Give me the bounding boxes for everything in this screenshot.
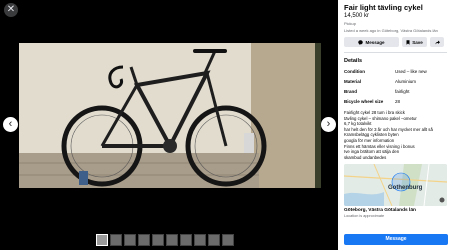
close-icon[interactable]: ✕ bbox=[4, 3, 18, 17]
listing-title: Fair light tävling cykel bbox=[344, 3, 423, 12]
detail-row-wheel-size: Bicycle wheel size 28 bbox=[344, 99, 447, 104]
location-note: Location is approximate bbox=[344, 214, 385, 219]
listed-info: Listed a week ago in Göteborg, Västra Gö… bbox=[344, 28, 438, 33]
save-label: Save bbox=[412, 39, 423, 45]
description-line: skambud undanbedes bbox=[344, 154, 387, 160]
detail-key: Bicycle wheel size bbox=[344, 99, 384, 104]
message-button[interactable]: Message bbox=[344, 234, 448, 245]
listing-panel: Fair light tävling cykel 14,500 kr Picku… bbox=[338, 0, 453, 250]
photo-thumbnail[interactable] bbox=[110, 234, 122, 246]
detail-row-condition: Condition Used – like new bbox=[344, 69, 447, 74]
photo-thumbnail[interactable] bbox=[166, 234, 178, 246]
message-seller-button[interactable]: Message bbox=[344, 37, 399, 47]
location-name: Göteborg, Västra Götalands län bbox=[344, 208, 416, 214]
photo-thumbnail[interactable] bbox=[222, 234, 234, 246]
listing-description: Fairlight cykel 28 tum i bra skick tävlin… bbox=[344, 110, 447, 160]
next-photo-button[interactable]: › bbox=[321, 117, 336, 132]
detail-key: Condition bbox=[344, 69, 365, 74]
detail-value: fairlight bbox=[395, 89, 410, 94]
action-bar: Message Save bbox=[344, 37, 447, 47]
photo-thumbnail[interactable] bbox=[96, 234, 108, 246]
listing-photo bbox=[19, 43, 321, 188]
detail-value: 28 bbox=[395, 99, 401, 104]
photo-thumbnail[interactable] bbox=[194, 234, 206, 246]
thumbnail-strip bbox=[96, 234, 234, 246]
photo-thumbnail[interactable] bbox=[208, 234, 220, 246]
detail-key: Material bbox=[344, 79, 362, 84]
photo-thumbnail[interactable] bbox=[138, 234, 150, 246]
photo-thumbnail[interactable] bbox=[124, 234, 136, 246]
divider bbox=[344, 52, 447, 53]
photo-viewer: ✕ ‹ › bbox=[0, 0, 338, 250]
listing-price: 14,500 kr bbox=[344, 13, 370, 19]
previous-photo-button[interactable]: ‹ bbox=[3, 117, 18, 132]
map-city-label: Gothenburg bbox=[388, 185, 423, 192]
photo-thumbnail[interactable] bbox=[152, 234, 164, 246]
message-label: Message bbox=[365, 39, 385, 45]
detail-value: Used – like new bbox=[395, 69, 427, 74]
pickup-label: Pickup bbox=[344, 21, 357, 26]
detail-value: Aluminium bbox=[395, 79, 417, 84]
save-button[interactable]: Save bbox=[402, 37, 427, 47]
detail-key: Brand bbox=[344, 89, 358, 94]
bicycle-image bbox=[19, 43, 321, 188]
details-heading: Details bbox=[344, 58, 363, 64]
share-icon bbox=[434, 40, 440, 44]
detail-row-brand: Brand fairlight bbox=[344, 89, 447, 94]
share-button[interactable] bbox=[430, 37, 444, 47]
messenger-icon bbox=[358, 39, 364, 45]
bookmark-icon bbox=[406, 39, 410, 45]
location-map[interactable]: Gothenburg bbox=[344, 164, 447, 207]
photo-thumbnail[interactable] bbox=[180, 234, 192, 246]
detail-row-material: Material Aluminium bbox=[344, 79, 447, 84]
